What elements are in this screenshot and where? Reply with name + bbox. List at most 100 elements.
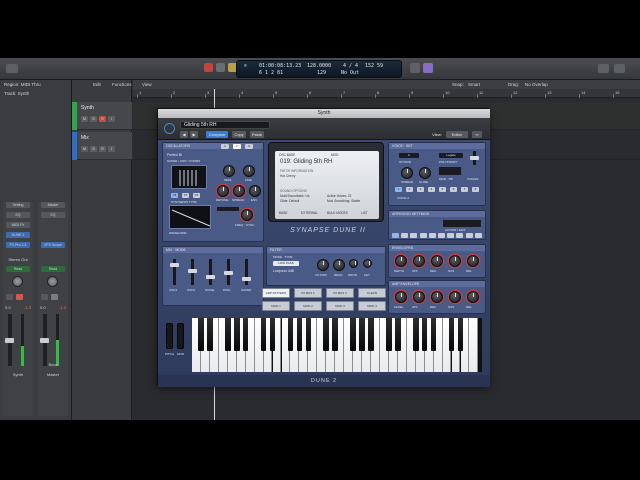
- fx-button-8[interactable]: MOD 4: [358, 301, 386, 311]
- mixer-fader-super[interactable]: [242, 259, 251, 285]
- black-key[interactable]: [287, 318, 294, 351]
- fx-button-7[interactable]: MOD 3: [326, 301, 354, 311]
- semi-knob[interactable]: [223, 165, 235, 177]
- tuner-button[interactable]: [423, 63, 433, 73]
- fine-knob[interactable]: [243, 165, 255, 177]
- amp-env-rel-knob[interactable]: [467, 291, 479, 303]
- black-key[interactable]: [457, 318, 464, 351]
- arp-step-button[interactable]: [456, 233, 464, 238]
- black-key[interactable]: [395, 318, 401, 351]
- chord-display[interactable]: [443, 220, 481, 227]
- piano-keyboard[interactable]: [192, 318, 482, 372]
- display-list-button[interactable]: LIST: [361, 211, 368, 215]
- functions-menu[interactable]: Functions: [112, 82, 132, 87]
- osc-type-select[interactable]: Perfect Bl: [167, 153, 182, 157]
- arp-step-button[interactable]: [401, 233, 409, 238]
- setting-slot[interactable]: Master: [41, 202, 65, 208]
- eq-slot[interactable]: EQ: [41, 212, 65, 218]
- black-key[interactable]: [269, 318, 276, 351]
- octave-value[interactable]: 2: [399, 153, 419, 158]
- input-monitor-button[interactable]: I: [108, 116, 115, 122]
- ruler[interactable]: 1 2 3 4 5 6 7 8 9 10 11 12 13 14 15: [133, 89, 640, 98]
- bounce-label[interactable]: Bnce: [38, 362, 68, 367]
- arp-step-button[interactable]: [465, 233, 473, 238]
- fx-button-2[interactable]: FX BUS 1: [294, 288, 322, 298]
- fader-cap[interactable]: [206, 275, 215, 279]
- dim-button[interactable]: [51, 294, 58, 300]
- solo-button[interactable]: S: [90, 116, 97, 122]
- capture-button[interactable]: [216, 63, 225, 72]
- osc-3-button[interactable]: 3: [245, 144, 253, 149]
- black-key[interactable]: [386, 318, 392, 351]
- edit-menu[interactable]: Edit: [93, 82, 101, 87]
- output-label[interactable]: Stereo Out: [3, 257, 33, 262]
- mixer-fader-osc2[interactable]: [188, 259, 197, 285]
- unison-display[interactable]: [439, 167, 461, 175]
- preset-display[interactable]: OSC BASE MOD 019: Gliding 5th RH PATCH I…: [275, 151, 379, 219]
- filter-env-atk-knob[interactable]: [413, 255, 425, 267]
- white-key[interactable]: [469, 318, 479, 372]
- osc-1-button[interactable]: 1: [221, 144, 229, 149]
- solo-button[interactable]: S: [90, 146, 97, 152]
- link-icon[interactable]: ∞: [472, 131, 482, 138]
- plugin-window-title[interactable]: Synth: [158, 109, 490, 118]
- arp-step-button[interactable]: [410, 233, 418, 238]
- arp-step-button[interactable]: [419, 233, 427, 238]
- arp-step-button[interactable]: [474, 233, 482, 238]
- lcd-display[interactable]: ⊚ 01:00:08:13.23 6 1 2 81 128.0000 129 4…: [236, 60, 402, 78]
- detune-knob[interactable]: [217, 185, 229, 197]
- setting-slot[interactable]: Setting: [6, 202, 30, 208]
- osc-2-button[interactable]: 2: [233, 144, 241, 149]
- freq-knob[interactable]: [241, 209, 253, 221]
- env-knob[interactable]: [249, 185, 261, 197]
- library-button[interactable]: [6, 64, 18, 73]
- arp-step-button[interactable]: [438, 233, 445, 238]
- voice-step-1[interactable]: 1: [395, 187, 402, 192]
- automation-mode[interactable]: Read: [6, 266, 30, 272]
- midi-fx-slot[interactable]: MIDI FX: [6, 222, 30, 228]
- black-key[interactable]: [242, 318, 249, 351]
- black-key[interactable]: [359, 318, 365, 351]
- automation-mode[interactable]: Read: [41, 266, 65, 272]
- synth-type-x8[interactable]: X8: [171, 193, 178, 198]
- amp-env-dec-knob[interactable]: [431, 291, 443, 303]
- fader-cap[interactable]: [170, 263, 179, 267]
- pan-knob[interactable]: [47, 276, 58, 287]
- snap-value[interactable]: Smart: [468, 82, 480, 87]
- fader-cap[interactable]: [224, 271, 233, 275]
- voice-step-2[interactable]: 2: [406, 187, 413, 192]
- copy-button[interactable]: Copy: [232, 131, 246, 138]
- black-key[interactable]: [332, 318, 338, 351]
- osc-slider[interactable]: [217, 207, 239, 211]
- browser-button[interactable]: [614, 64, 625, 73]
- notes-button[interactable]: [598, 64, 609, 73]
- arp-step-button[interactable]: [392, 233, 399, 238]
- voice-step-7[interactable]: 7: [461, 187, 468, 192]
- view-menu[interactable]: View: [142, 82, 152, 87]
- preset-menu[interactable]: Gliding 5th RH: [180, 121, 270, 129]
- mixer-fader-noise[interactable]: [206, 259, 215, 285]
- arp-step-button[interactable]: [447, 233, 455, 238]
- glide-knob[interactable]: [419, 167, 431, 179]
- volume-fader-cap[interactable]: [5, 338, 14, 343]
- fx-button-5[interactable]: MOD 1: [262, 301, 290, 311]
- pitch-slider[interactable]: [470, 151, 479, 165]
- black-key[interactable]: [305, 318, 312, 351]
- amp-env-atk-knob[interactable]: [413, 291, 425, 303]
- legato-select[interactable]: Legato: [439, 153, 463, 158]
- filter-type-select[interactable]: LOW PASS: [273, 261, 299, 266]
- view-select[interactable]: Editor: [446, 131, 468, 138]
- filter-env-dec-knob[interactable]: [431, 255, 443, 267]
- black-key[interactable]: [350, 318, 356, 351]
- track-header-synth[interactable]: Synth M S R I: [72, 102, 132, 130]
- voice-step-6[interactable]: 6: [450, 187, 457, 192]
- power-icon[interactable]: [164, 123, 175, 134]
- mixer-fader-ring[interactable]: [224, 259, 233, 285]
- record-button[interactable]: R: [99, 116, 106, 122]
- black-key[interactable]: [368, 318, 374, 351]
- pitch-wheel[interactable]: [166, 323, 173, 349]
- mute-button[interactable]: M: [81, 116, 88, 122]
- eq-slot[interactable]: EQ: [6, 212, 30, 218]
- synth-type-st[interactable]: ST: [182, 193, 189, 198]
- black-key[interactable]: [198, 318, 204, 351]
